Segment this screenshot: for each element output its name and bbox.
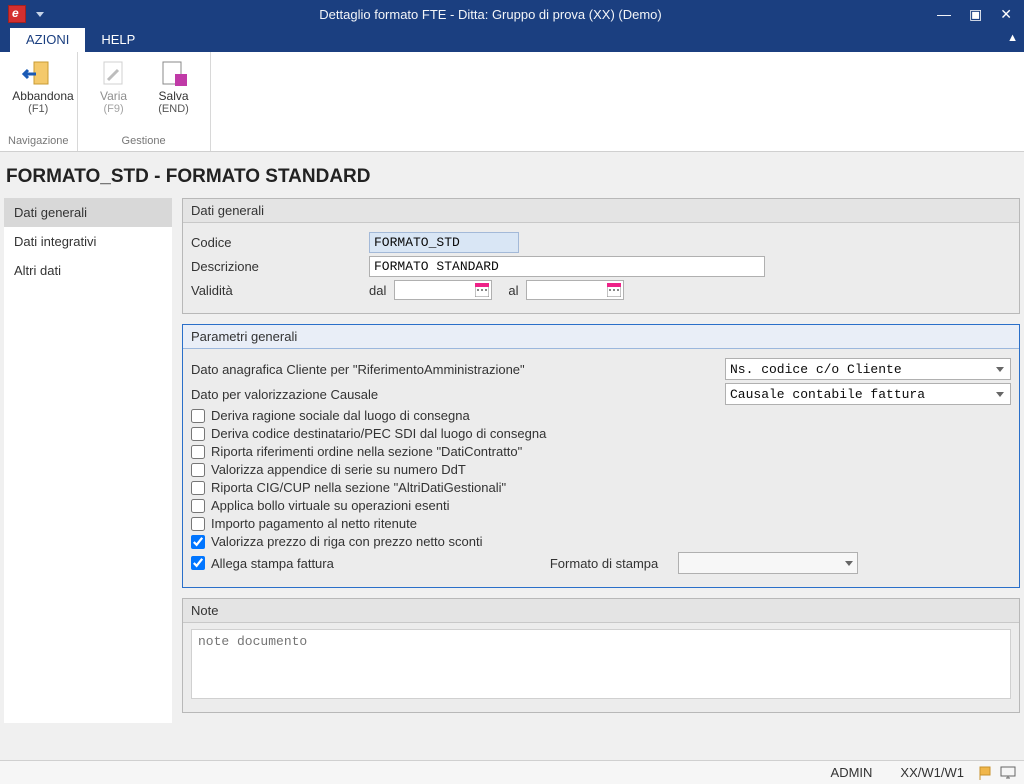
- salva-sub: (END): [148, 103, 200, 115]
- close-button[interactable]: ✕: [1000, 6, 1012, 23]
- status-path: XX/W1/W1: [900, 765, 964, 780]
- chk-importo-netto-label: Importo pagamento al netto ritenute: [211, 516, 417, 531]
- chk-appendice-serie-label: Valorizza appendice di serie su numero D…: [211, 462, 466, 477]
- window-title: Dettaglio formato FTE - Ditta: Gruppo di…: [44, 7, 937, 22]
- chk-bollo-virtuale[interactable]: [191, 499, 205, 513]
- abbandona-label: Abbandona: [12, 90, 64, 103]
- salva-label: Salva: [148, 90, 200, 103]
- chk-cig-cup[interactable]: [191, 481, 205, 495]
- ribbon-tabstrip: AZIONI HELP ▲: [0, 28, 1024, 52]
- descrizione-label: Descrizione: [191, 259, 361, 274]
- ribbon-group-gestione: Varia (F9) Salva (END) Gestione: [78, 52, 211, 151]
- maximize-button[interactable]: ▣: [969, 6, 982, 23]
- chevron-down-icon: [996, 392, 1004, 397]
- panel-dati-generali: Dati generali Codice Descrizione Validit…: [182, 198, 1020, 314]
- edit-icon: [98, 60, 130, 88]
- chk-riferimenti-ordine[interactable]: [191, 445, 205, 459]
- chevron-down-icon: [845, 561, 853, 566]
- abbandona-button[interactable]: Abbandona (F1): [10, 56, 66, 133]
- panel-parametri-generali: Parametri generali Dato anagrafica Clien…: [182, 324, 1020, 588]
- panel-body-note: [183, 623, 1019, 712]
- sidebar-item-dati-generali[interactable]: Dati generali: [4, 198, 172, 227]
- validita-label: Validità: [191, 283, 361, 298]
- main-content: Dati generali Codice Descrizione Validit…: [182, 198, 1020, 723]
- status-monitor-icon[interactable]: [1000, 765, 1016, 781]
- status-user: ADMIN: [831, 765, 873, 780]
- codice-field[interactable]: [369, 232, 519, 253]
- salva-button[interactable]: Salva (END): [146, 56, 202, 133]
- calendar-icon[interactable]: [607, 283, 621, 297]
- chk-prezzo-netto-sconti[interactable]: [191, 535, 205, 549]
- chk-allega-stampa-label: Allega stampa fattura: [211, 556, 334, 571]
- save-icon: [158, 60, 190, 88]
- chk-riferimenti-ordine-label: Riporta riferimenti ordine nella sezione…: [211, 444, 522, 459]
- causale-label: Dato per valorizzazione Causale: [191, 387, 717, 402]
- ribbon-group-label-nav: Navigazione: [8, 133, 69, 149]
- varia-button: Varia (F9): [86, 56, 142, 133]
- causale-value: Causale contabile fattura: [730, 387, 925, 402]
- qat-dropdown-icon[interactable]: [36, 12, 44, 17]
- side-nav: Dati generali Dati integrativi Altri dat…: [4, 198, 172, 723]
- formato-stampa-label: Formato di stampa: [550, 556, 658, 571]
- dal-label: dal: [369, 283, 386, 298]
- minimize-button[interactable]: —: [937, 6, 951, 23]
- ribbon-group-label-gest: Gestione: [122, 133, 166, 149]
- chevron-down-icon: [996, 367, 1004, 372]
- tab-azioni[interactable]: AZIONI: [10, 28, 85, 52]
- sidebar-item-altri-dati[interactable]: Altri dati: [4, 256, 172, 285]
- varia-label: Varia: [88, 90, 140, 103]
- codice-label: Codice: [191, 235, 361, 250]
- window-controls: — ▣ ✕: [937, 6, 1016, 23]
- varia-sub: (F9): [88, 103, 140, 115]
- ribbon-group-navigazione: Abbandona (F1) Navigazione: [0, 52, 78, 151]
- body-area: Dati generali Dati integrativi Altri dat…: [0, 198, 1024, 723]
- panel-title-note: Note: [183, 599, 1019, 623]
- chk-appendice-serie[interactable]: [191, 463, 205, 477]
- causale-select[interactable]: Causale contabile fattura: [725, 383, 1011, 405]
- chk-allega-stampa[interactable]: [191, 556, 205, 570]
- status-flag-icon[interactable]: [978, 765, 994, 781]
- note-textarea[interactable]: [191, 629, 1011, 699]
- panel-body-parametri: Dato anagrafica Cliente per "Riferimento…: [183, 349, 1019, 587]
- panel-title-dati-generali: Dati generali: [183, 199, 1019, 223]
- quick-access-toolbar[interactable]: [36, 12, 44, 17]
- app-icon: [8, 5, 26, 23]
- ribbon: Abbandona (F1) Navigazione Varia (F9) Sa…: [0, 52, 1024, 152]
- abbandona-sub: (F1): [12, 103, 64, 115]
- rif-amministrazione-select[interactable]: Ns. codice c/o Cliente: [725, 358, 1011, 380]
- validita-al-field[interactable]: [526, 280, 624, 300]
- validita-dal-field[interactable]: [394, 280, 492, 300]
- page-title: FORMATO_STD - FORMATO STANDARD: [0, 152, 1024, 198]
- sidebar-item-dati-integrativi[interactable]: Dati integrativi: [4, 227, 172, 256]
- exit-icon: [22, 60, 54, 88]
- chk-bollo-virtuale-label: Applica bollo virtuale su operazioni ese…: [211, 498, 449, 513]
- chk-deriva-ragione[interactable]: [191, 409, 205, 423]
- al-label: al: [508, 283, 518, 298]
- descrizione-field[interactable]: [369, 256, 765, 277]
- tab-help[interactable]: HELP: [85, 28, 151, 52]
- ribbon-expand-icon[interactable]: ▲: [1007, 32, 1018, 44]
- chk-deriva-destinatario[interactable]: [191, 427, 205, 441]
- chk-deriva-destinatario-label: Deriva codice destinatario/PEC SDI dal l…: [211, 426, 546, 441]
- chk-deriva-ragione-label: Deriva ragione sociale dal luogo di cons…: [211, 408, 470, 423]
- titlebar: Dettaglio formato FTE - Ditta: Gruppo di…: [0, 0, 1024, 28]
- chk-prezzo-netto-sconti-label: Valorizza prezzo di riga con prezzo nett…: [211, 534, 482, 549]
- panel-title-parametri: Parametri generali: [183, 325, 1019, 349]
- panel-note: Note: [182, 598, 1020, 713]
- panel-body-dati-generali: Codice Descrizione Validità dal al: [183, 223, 1019, 313]
- statusbar: ADMIN XX/W1/W1: [0, 760, 1024, 784]
- rif-amministrazione-value: Ns. codice c/o Cliente: [730, 362, 902, 377]
- formato-stampa-select[interactable]: [678, 552, 858, 574]
- calendar-icon[interactable]: [475, 283, 489, 297]
- chk-cig-cup-label: Riporta CIG/CUP nella sezione "AltriDati…: [211, 480, 506, 495]
- rif-amministrazione-label: Dato anagrafica Cliente per "Riferimento…: [191, 362, 717, 377]
- chk-importo-netto[interactable]: [191, 517, 205, 531]
